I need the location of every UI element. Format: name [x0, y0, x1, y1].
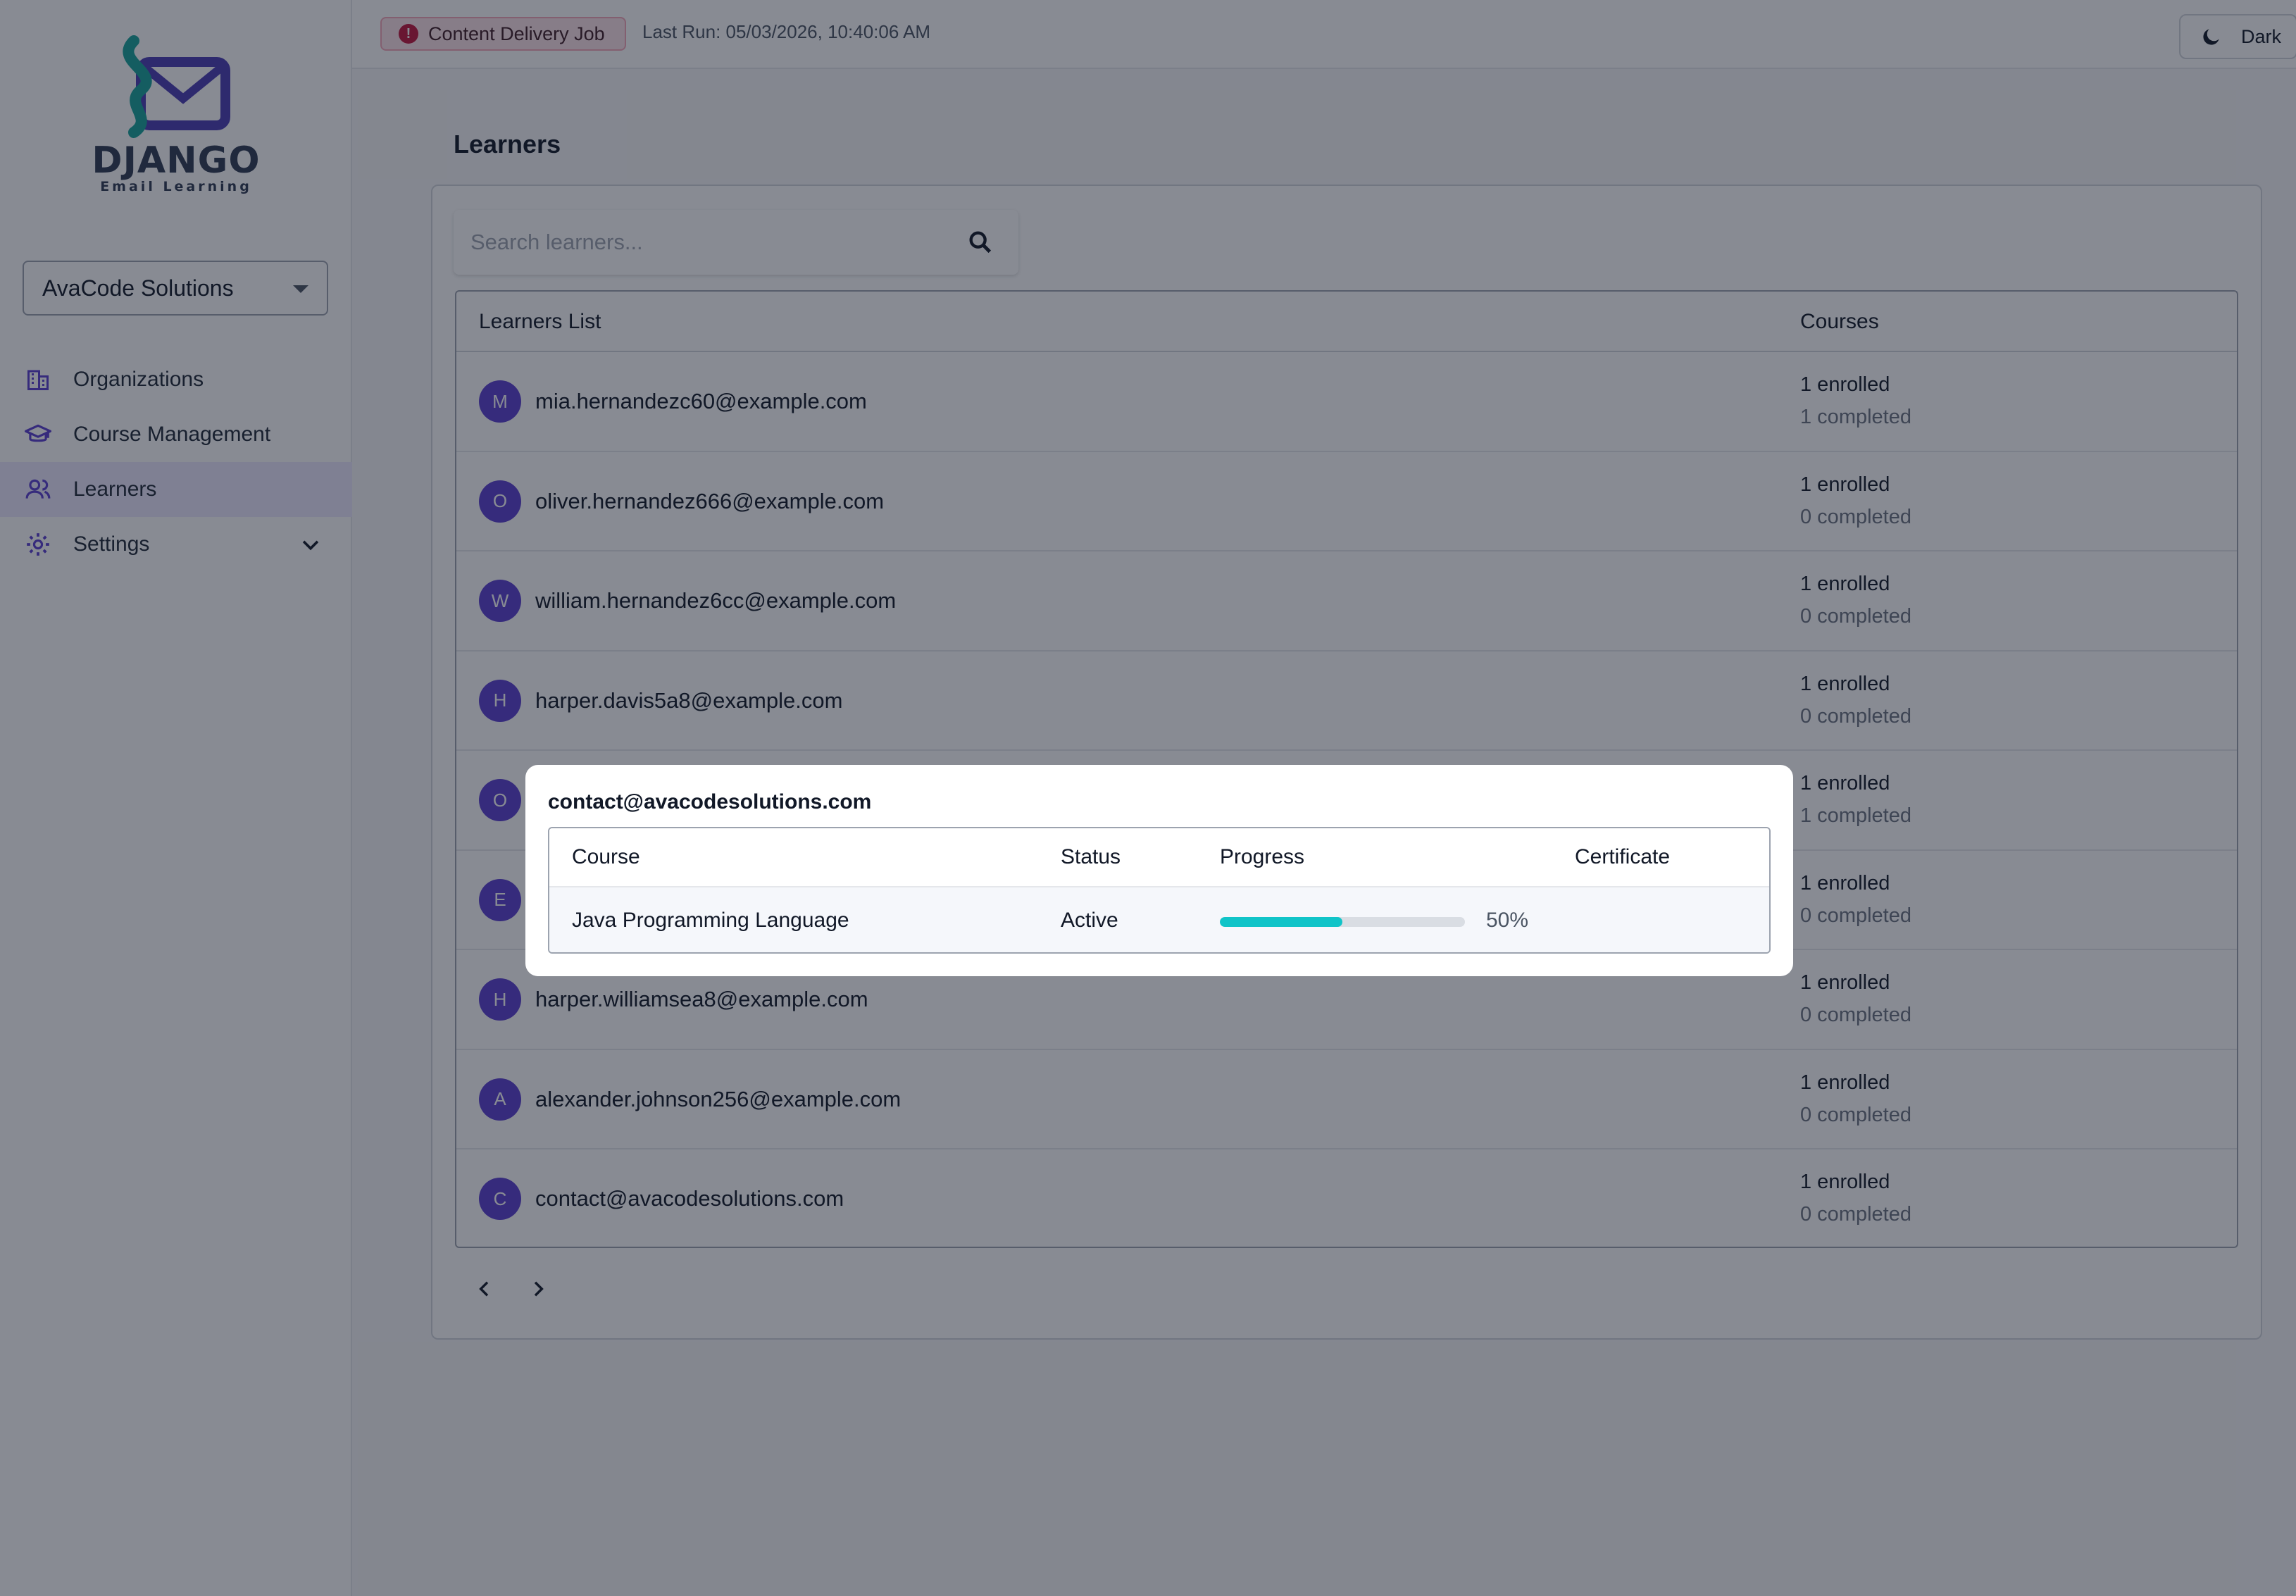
learner-courses-table-header: Course Status Progress Certificate — [549, 828, 1769, 887]
learner-courses-table: Course Status Progress Certificate Java … — [548, 827, 1771, 954]
progress-bar — [1220, 917, 1465, 927]
progress-bar-fill — [1220, 917, 1342, 927]
column-header-status: Status — [1061, 845, 1121, 868]
learner-courses-modal: contact@avacodesolutions.com Course Stat… — [525, 765, 1793, 976]
course-name: Java Programming Language — [572, 909, 849, 932]
progress-percent: 50% — [1486, 909, 1529, 932]
column-header-progress: Progress — [1220, 845, 1305, 868]
table-row: Java Programming Language Active 50% — [549, 887, 1769, 952]
column-header-course: Course — [572, 845, 640, 868]
modal-title: contact@avacodesolutions.com — [548, 790, 872, 813]
column-header-certificate: Certificate — [1575, 845, 1671, 868]
course-status: Active — [1061, 909, 1118, 932]
